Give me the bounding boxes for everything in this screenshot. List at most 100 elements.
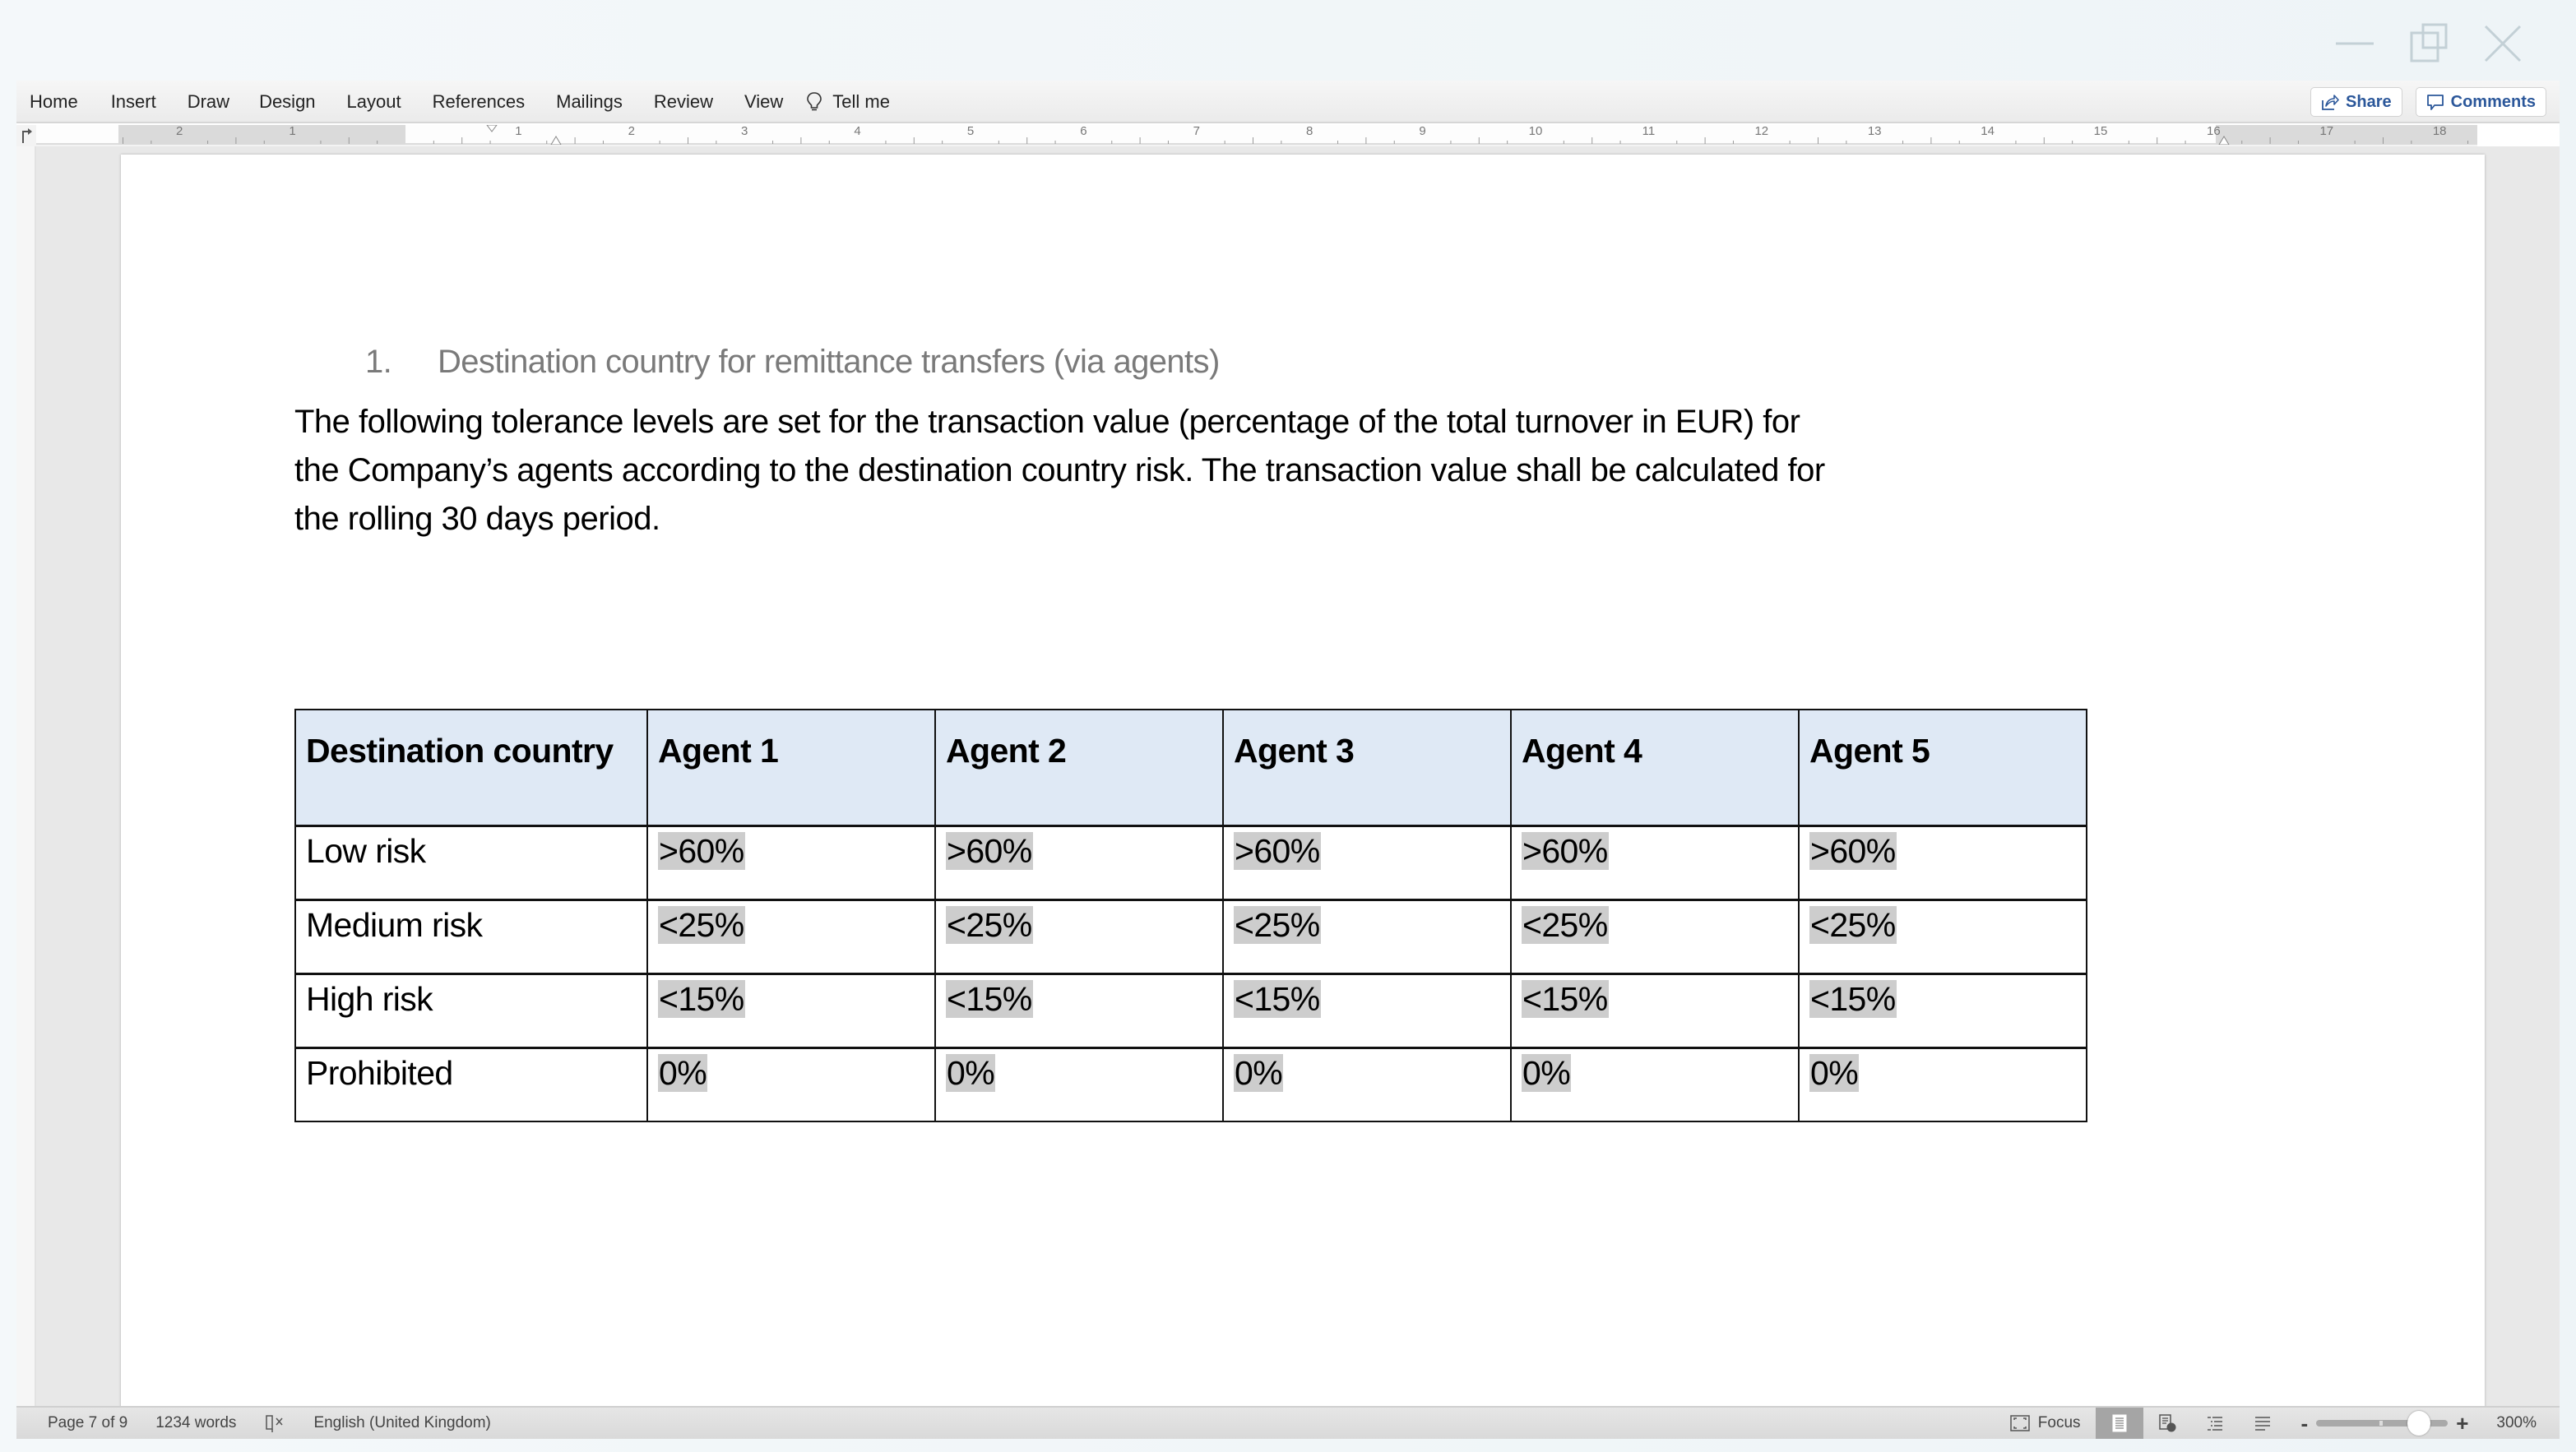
row-label[interactable]: High risk	[294, 972, 648, 1048]
vertical-ruler[interactable]	[16, 146, 36, 1406]
tab-home[interactable]: Home	[30, 81, 95, 123]
tab-layout[interactable]: Layout	[347, 81, 418, 123]
table-cell[interactable]: <15%	[1510, 972, 1800, 1048]
cell-value: <25%	[1234, 905, 1321, 944]
ruler-label: 8	[1306, 125, 1313, 138]
paragraph-line: the Company’s agents according to the de…	[294, 452, 1825, 488]
table-cell[interactable]: >60%	[1798, 825, 2087, 900]
table-cell[interactable]: <15%	[934, 972, 1224, 1048]
table-cell[interactable]: 0%	[1798, 1046, 2087, 1122]
cell-value: 0%	[946, 1053, 996, 1092]
cell-value: 0%	[1522, 1053, 1572, 1092]
share-button[interactable]: Share	[2310, 87, 2402, 117]
row-label[interactable]: Prohibited	[294, 1046, 648, 1122]
row-label[interactable]: Medium risk	[294, 898, 648, 974]
print-layout-icon	[2112, 1414, 2127, 1432]
table-cell[interactable]: <15%	[646, 972, 936, 1048]
table-cell[interactable]: <25%	[646, 898, 936, 974]
table-cell[interactable]: 0%	[646, 1046, 936, 1122]
zoom-slider[interactable]	[2316, 1411, 2449, 1436]
ruler-label: 11	[1642, 125, 1656, 138]
table-cell[interactable]: 0%	[1222, 1046, 1512, 1122]
table-cell[interactable]: 0%	[1510, 1046, 1800, 1122]
cell-value: 0%	[658, 1053, 708, 1092]
ruler-label: 2	[628, 125, 635, 138]
ruler-label: 4	[854, 125, 860, 138]
header-agent-2[interactable]: Agent 2	[934, 709, 1224, 827]
cell-value: <25%	[1522, 905, 1609, 944]
header-agent-4[interactable]: Agent 4	[1510, 709, 1800, 827]
tab-references[interactable]: References	[433, 81, 542, 123]
close-icon	[2484, 25, 2522, 62]
minimize-button[interactable]	[2334, 23, 2375, 64]
word-count[interactable]: 1234 words	[155, 1414, 236, 1432]
table-header-row: Destination country Agent 1 Agent 2 Agen…	[294, 709, 2087, 827]
zoom-level[interactable]: 300%	[2496, 1414, 2537, 1432]
restore-button[interactable]	[2408, 23, 2449, 64]
tab-insert[interactable]: Insert	[111, 81, 173, 123]
table-cell[interactable]: 0%	[934, 1046, 1224, 1122]
table-cell[interactable]: <25%	[1510, 898, 1800, 974]
cell-value: >60%	[1234, 831, 1321, 870]
ruler-label: 2	[176, 125, 183, 138]
tell-me-search[interactable]: Tell me	[806, 91, 890, 113]
comments-label: Comments	[2450, 92, 2536, 111]
row-label[interactable]: Low risk	[294, 825, 648, 900]
print-layout-view-button[interactable]	[2095, 1408, 2143, 1439]
right-indent-marker[interactable]	[2218, 136, 2230, 145]
tab-design[interactable]: Design	[259, 81, 331, 123]
tab-view[interactable]: View	[744, 81, 799, 123]
table-cell[interactable]: <15%	[1222, 972, 1512, 1048]
tab-stop-icon	[22, 128, 32, 143]
zoom-slider-thumb[interactable]	[2407, 1411, 2430, 1436]
table-cell[interactable]: <25%	[1222, 898, 1512, 974]
table-cell[interactable]: >60%	[934, 825, 1224, 900]
tab-selector-button[interactable]	[16, 125, 36, 146]
ruler-label: 7	[1193, 125, 1200, 138]
table-row: Low risk >60% >60% >60% >60% >60%	[294, 825, 2087, 900]
first-line-indent-marker[interactable]	[486, 125, 498, 132]
outline-view-button[interactable]	[2191, 1408, 2239, 1439]
lightbulb-icon	[807, 92, 822, 111]
zoom-in-button[interactable]: +	[2451, 1411, 2473, 1436]
cell-value: <15%	[946, 979, 1033, 1018]
cell-value: <25%	[658, 905, 745, 944]
ruler-label: 17	[2319, 125, 2333, 138]
document-page[interactable]: 1. Destination country for remittance tra…	[121, 155, 2485, 1406]
horizontal-ruler[interactable]: 2 1 1 2 3 4 5 6 7 8 9 10 11 12 13 14 15 16 17 18	[36, 125, 2479, 145]
comments-button[interactable]: Comments	[2415, 87, 2546, 117]
page-count[interactable]: Page 7 of 9	[48, 1414, 127, 1432]
language[interactable]: English (United Kingdom)	[313, 1414, 490, 1432]
tab-review[interactable]: Review	[654, 81, 730, 123]
header-agent-5[interactable]: Agent 5	[1798, 709, 2087, 827]
table-cell[interactable]: <15%	[1798, 972, 2087, 1048]
ruler-label: 18	[2433, 125, 2447, 138]
section-heading[interactable]: 1. Destination country for remittance tra…	[294, 344, 1220, 381]
cell-value: 0%	[1234, 1053, 1284, 1092]
hanging-indent-marker[interactable]	[550, 136, 562, 145]
cell-value: >60%	[1809, 831, 1897, 870]
tab-draw[interactable]: Draw	[188, 81, 246, 123]
header-destination-country[interactable]: Destination country	[294, 709, 648, 827]
ruler-tail	[2477, 125, 2560, 146]
draft-view-button[interactable]	[2239, 1408, 2286, 1439]
table-cell[interactable]: <25%	[934, 898, 1224, 974]
proofing-book-icon[interactable]	[264, 1413, 285, 1433]
table-cell[interactable]: >60%	[1222, 825, 1512, 900]
focus-button[interactable]: Focus	[2010, 1414, 2081, 1432]
ruler-label: 9	[1419, 125, 1425, 138]
close-button[interactable]	[2482, 23, 2523, 64]
table-cell[interactable]: >60%	[646, 825, 936, 900]
table-cell[interactable]: >60%	[1510, 825, 1800, 900]
header-agent-1[interactable]: Agent 1	[646, 709, 936, 827]
header-agent-3[interactable]: Agent 3	[1222, 709, 1512, 827]
draft-icon	[2254, 1417, 2270, 1431]
word-window: Home Insert Draw Design Layout Reference…	[16, 81, 2560, 1439]
paragraph-line: the rolling 30 days period.	[294, 501, 660, 537]
web-layout-view-button[interactable]	[2143, 1408, 2191, 1439]
zoom-out-button[interactable]: -	[2296, 1411, 2314, 1436]
restore-icon	[2410, 23, 2448, 62]
body-paragraph[interactable]: The following tolerance levels are set f…	[294, 398, 2087, 543]
tab-mailings[interactable]: Mailings	[556, 81, 639, 123]
table-cell[interactable]: <25%	[1798, 898, 2087, 974]
